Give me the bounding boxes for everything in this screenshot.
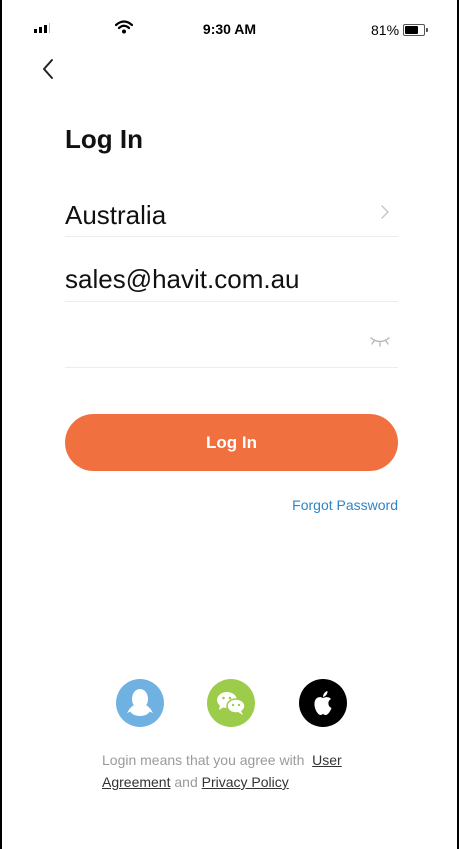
qq-penguin-icon bbox=[127, 689, 153, 716]
battery-percent: 81% bbox=[371, 22, 400, 38]
back-button[interactable] bbox=[36, 52, 64, 84]
apple-icon bbox=[314, 691, 332, 715]
account-field[interactable]: sales@havit.com.au bbox=[65, 255, 398, 302]
eye-closed-icon[interactable] bbox=[370, 335, 390, 347]
legal-notice: Login means that you agree with User Agr… bbox=[102, 749, 382, 793]
page-title: Log In bbox=[65, 124, 143, 154]
chevron-left-icon bbox=[43, 59, 53, 79]
chevron-right-icon bbox=[381, 205, 390, 219]
country-selector[interactable]: Australia bbox=[65, 192, 398, 237]
wechat-login-button[interactable] bbox=[207, 679, 255, 727]
apple-login-button[interactable] bbox=[299, 679, 347, 727]
privacy-policy-link[interactable]: Privacy Policy bbox=[202, 774, 289, 790]
login-button[interactable]: Log In bbox=[65, 414, 398, 471]
battery-icon bbox=[403, 24, 428, 36]
status-bar: 9:30 AM 81% bbox=[0, 0, 459, 50]
country-value: Australia bbox=[65, 200, 167, 230]
legal-and: and bbox=[174, 774, 198, 790]
password-field[interactable] bbox=[65, 322, 398, 368]
forgot-password-link[interactable]: Forgot Password bbox=[292, 497, 398, 513]
account-value: sales@havit.com.au bbox=[65, 264, 300, 294]
legal-prefix: Login means that you agree with bbox=[102, 752, 305, 768]
qq-login-button[interactable] bbox=[116, 679, 164, 727]
wechat-icon bbox=[217, 692, 246, 715]
